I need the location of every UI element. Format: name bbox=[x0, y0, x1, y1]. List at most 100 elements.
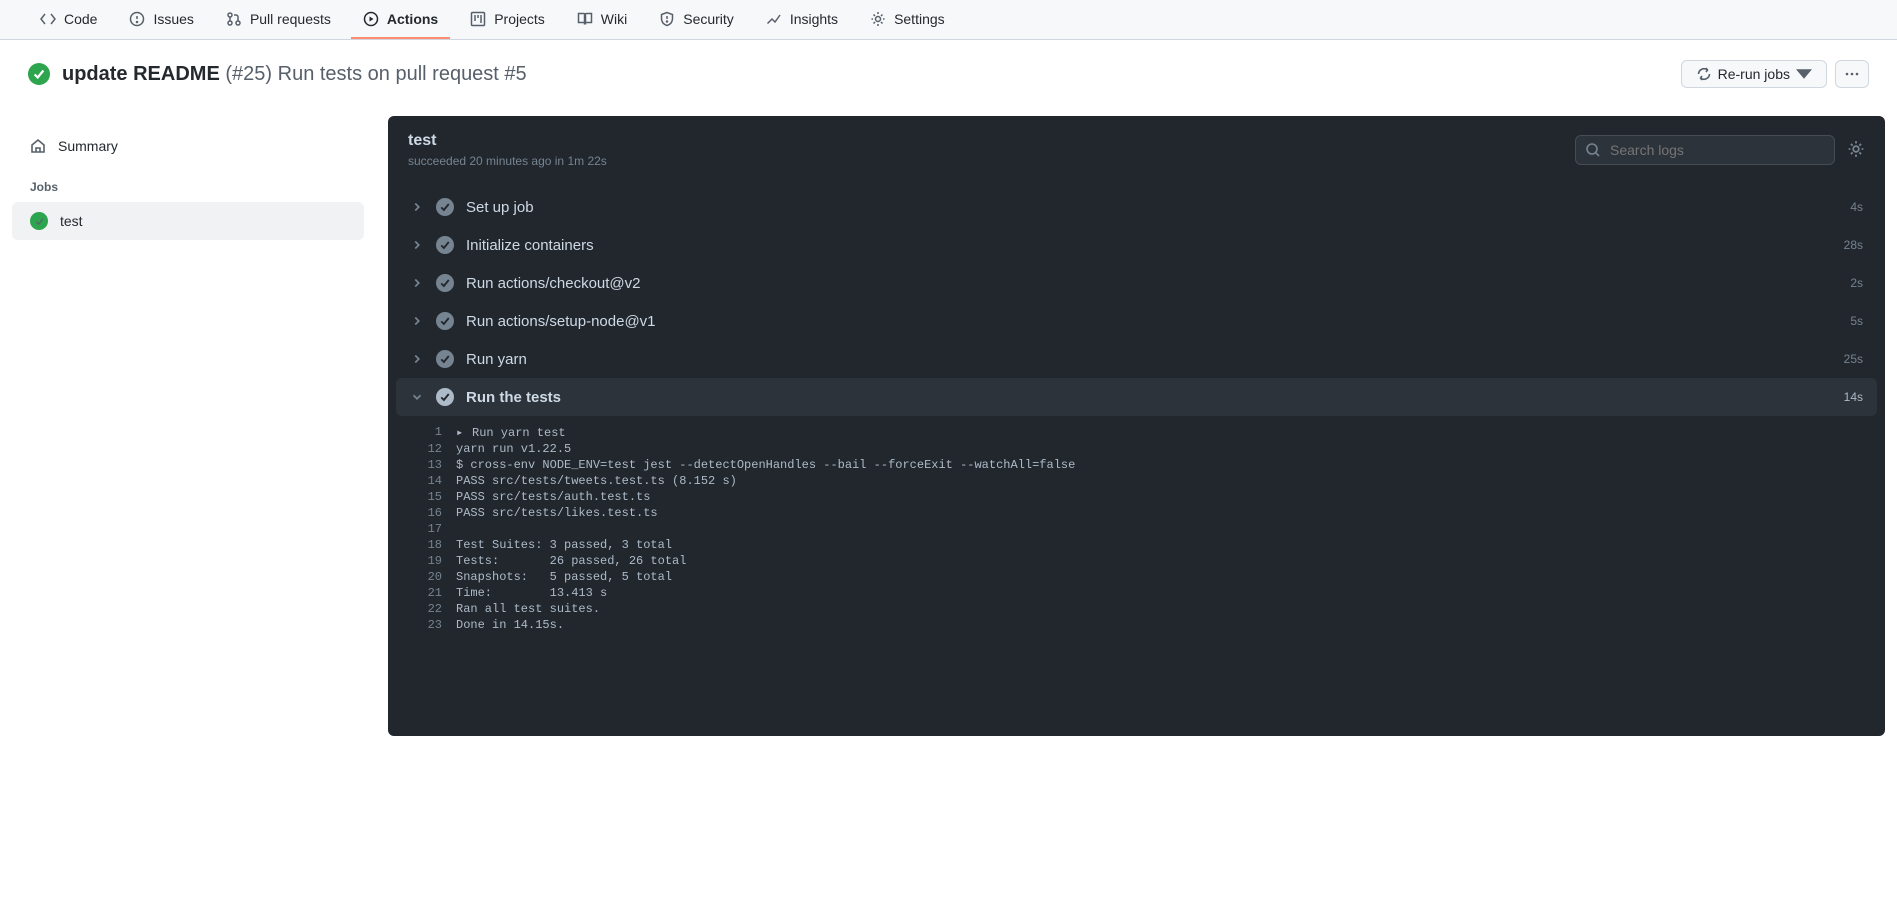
sidebar-summary[interactable]: Summary bbox=[12, 128, 364, 164]
log-line: 21Time: 13.413 s bbox=[416, 585, 1885, 601]
log-line-number: 20 bbox=[416, 570, 456, 584]
play-circle-icon bbox=[363, 11, 379, 27]
check-icon bbox=[34, 216, 45, 227]
tab-label: Issues bbox=[153, 11, 193, 27]
step-name: Run the tests bbox=[466, 389, 1832, 406]
step-row[interactable]: Run the tests 14s bbox=[396, 378, 1877, 416]
log-line-text: Tests: 26 passed, 26 total bbox=[456, 554, 686, 568]
step-row[interactable]: Run yarn 25s bbox=[396, 340, 1877, 378]
step-status-badge bbox=[436, 198, 454, 216]
triangle-down-icon bbox=[1796, 66, 1812, 82]
log-line-text: Test Suites: 3 passed, 3 total bbox=[456, 538, 672, 552]
repo-tabs: Code Issues Pull requests Actions Projec… bbox=[0, 0, 1897, 40]
log-line: 16PASS src/tests/likes.test.ts bbox=[416, 505, 1885, 521]
step-duration: 5s bbox=[1850, 314, 1863, 328]
success-badge bbox=[28, 63, 50, 85]
log-line: 18Test Suites: 3 passed, 3 total bbox=[416, 537, 1885, 553]
git-pull-request-icon bbox=[226, 11, 242, 27]
step-duration: 25s bbox=[1844, 352, 1863, 366]
log-line-text: ▸Run yarn test bbox=[456, 425, 566, 440]
search-logs-wrap bbox=[1575, 135, 1835, 165]
log-line-text: $ cross-env NODE_ENV=test jest --detectO… bbox=[456, 458, 1075, 472]
step-row[interactable]: Run actions/checkout@v22s bbox=[396, 264, 1877, 302]
log-line: 12yarn run v1.22.5 bbox=[416, 441, 1885, 457]
log-line: 22Ran all test suites. bbox=[416, 601, 1885, 617]
rerun-jobs-button[interactable]: Re-run jobs bbox=[1681, 60, 1827, 88]
step-status-badge bbox=[436, 312, 454, 330]
tab-label: Projects bbox=[494, 11, 545, 27]
log-line: 23Done in 14.15s. bbox=[416, 617, 1885, 633]
shield-icon bbox=[659, 11, 675, 27]
step-row[interactable]: Run actions/setup-node@v15s bbox=[396, 302, 1877, 340]
jobs-sidebar: Summary Jobs test bbox=[12, 116, 364, 736]
log-line-number: 22 bbox=[416, 602, 456, 616]
workflow-title: update README bbox=[62, 63, 220, 85]
workflow-header: update README (#25) Run tests on pull re… bbox=[0, 40, 1897, 108]
tab-actions[interactable]: Actions bbox=[351, 0, 450, 39]
tab-label: Pull requests bbox=[250, 11, 331, 27]
steps-list: Set up job4sInitialize containers28sRun … bbox=[388, 184, 1885, 420]
log-line-text: yarn run v1.22.5 bbox=[456, 442, 571, 456]
step-duration: 14s bbox=[1844, 390, 1863, 404]
search-icon bbox=[1585, 142, 1601, 158]
log-line-number: 19 bbox=[416, 554, 456, 568]
log-output: 1▸Run yarn test12yarn run v1.22.513$ cro… bbox=[388, 420, 1885, 649]
step-row[interactable]: Initialize containers28s bbox=[396, 226, 1877, 264]
tab-code[interactable]: Code bbox=[28, 0, 109, 39]
log-settings-button[interactable] bbox=[1847, 140, 1865, 161]
check-icon bbox=[439, 391, 451, 403]
log-line: 19Tests: 26 passed, 26 total bbox=[416, 553, 1885, 569]
check-icon bbox=[439, 239, 451, 251]
log-line-text: Time: 13.413 s bbox=[456, 586, 607, 600]
check-icon bbox=[439, 277, 451, 289]
log-line-text: Done in 14.15s. bbox=[456, 618, 564, 632]
rerun-label: Re-run jobs bbox=[1718, 66, 1790, 82]
step-status-badge bbox=[436, 274, 454, 292]
sidebar-label: Summary bbox=[58, 138, 118, 154]
tab-wiki[interactable]: Wiki bbox=[565, 0, 639, 39]
chevron-right-icon bbox=[410, 314, 424, 328]
log-line-number: 21 bbox=[416, 586, 456, 600]
tab-label: Actions bbox=[387, 11, 438, 27]
step-name: Run yarn bbox=[466, 351, 1832, 368]
kebab-menu-button[interactable] bbox=[1835, 60, 1869, 88]
chevron-right-icon bbox=[410, 238, 424, 252]
step-row[interactable]: Set up job4s bbox=[396, 188, 1877, 226]
check-icon bbox=[439, 315, 451, 327]
log-line-number: 16 bbox=[416, 506, 456, 520]
check-icon bbox=[439, 201, 451, 213]
step-status-badge bbox=[436, 388, 454, 406]
log-line-text: PASS src/tests/likes.test.ts bbox=[456, 506, 658, 520]
book-icon bbox=[577, 11, 593, 27]
project-icon bbox=[470, 11, 486, 27]
step-status-badge bbox=[436, 236, 454, 254]
check-icon bbox=[439, 353, 451, 365]
chevron-right-icon bbox=[410, 352, 424, 366]
tab-settings[interactable]: Settings bbox=[858, 0, 957, 39]
chevron-down-icon bbox=[410, 390, 424, 404]
job-status-text: succeeded 20 minutes ago in 1m 22s bbox=[408, 154, 607, 168]
log-line: 1▸Run yarn test bbox=[416, 424, 1885, 441]
search-logs-input[interactable] bbox=[1575, 135, 1835, 165]
tab-issues[interactable]: Issues bbox=[117, 0, 205, 39]
graph-icon bbox=[766, 11, 782, 27]
step-status-badge bbox=[436, 350, 454, 368]
sync-icon bbox=[1696, 66, 1712, 82]
log-line-text: Ran all test suites. bbox=[456, 602, 600, 616]
tab-security[interactable]: Security bbox=[647, 0, 746, 39]
log-line-number: 18 bbox=[416, 538, 456, 552]
log-line-text: PASS src/tests/tweets.test.ts (8.152 s) bbox=[456, 474, 737, 488]
log-line: 17 bbox=[416, 521, 1885, 537]
tab-insights[interactable]: Insights bbox=[754, 0, 850, 39]
tab-pull-requests[interactable]: Pull requests bbox=[214, 0, 343, 39]
tab-label: Settings bbox=[894, 11, 945, 27]
sidebar-job-test[interactable]: test bbox=[12, 202, 364, 240]
log-line-text: PASS src/tests/auth.test.ts bbox=[456, 490, 650, 504]
issue-icon bbox=[129, 11, 145, 27]
step-duration: 2s bbox=[1850, 276, 1863, 290]
play-icon: ▸ bbox=[456, 425, 466, 440]
tab-label: Wiki bbox=[601, 11, 627, 27]
success-badge bbox=[30, 212, 48, 230]
job-label: test bbox=[60, 213, 83, 229]
tab-projects[interactable]: Projects bbox=[458, 0, 557, 39]
